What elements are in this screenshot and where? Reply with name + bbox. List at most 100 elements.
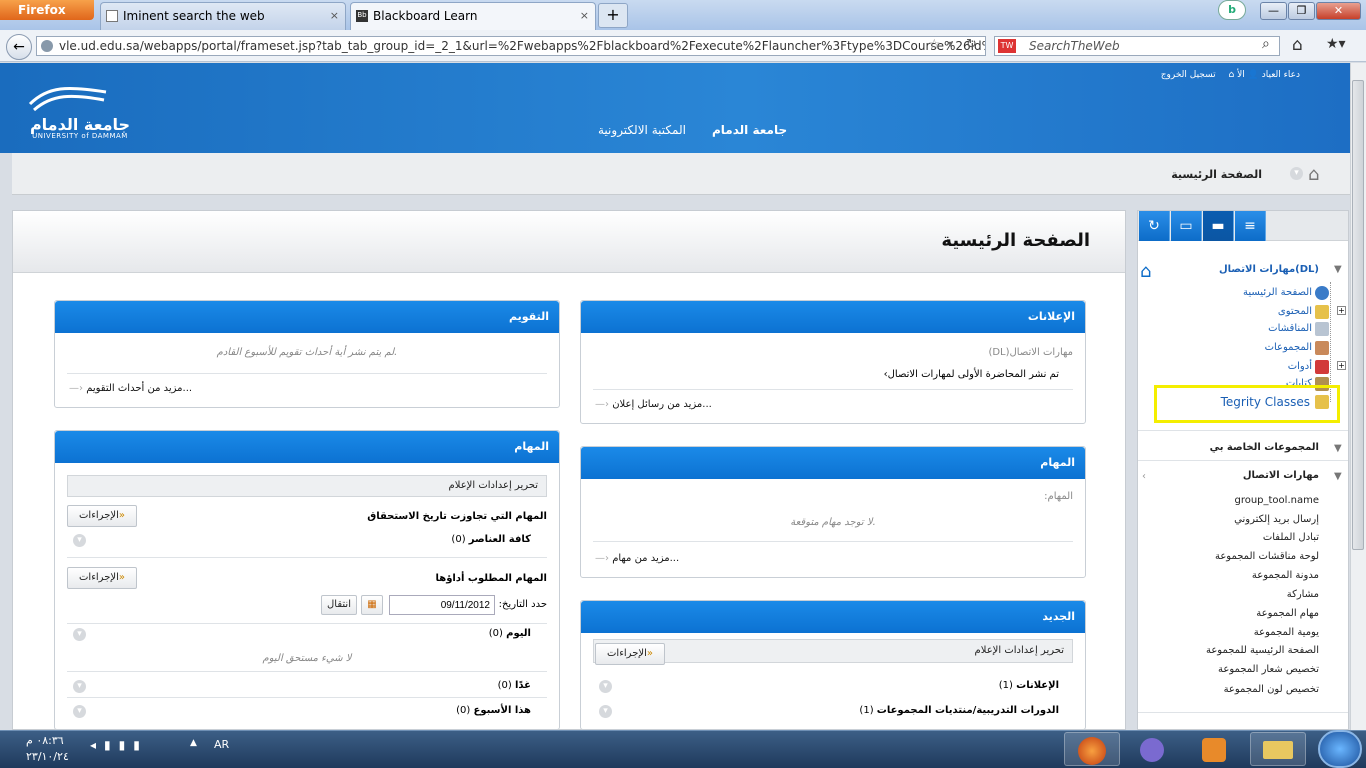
group-link[interactable]: مشاركة (1287, 589, 1319, 600)
globe-icon (1315, 286, 1329, 300)
edit-notifications-link[interactable]: تحرير إعدادات الإعلام (67, 475, 547, 497)
chevron-down-icon[interactable]: ▾ (73, 534, 86, 547)
collapse-arrow-icon[interactable]: ▼ (1334, 264, 1342, 275)
minimize-button[interactable]: — (1260, 2, 1287, 20)
bookmark-star-icon[interactable]: ☆ (928, 37, 941, 53)
search-input[interactable]: TW SearchTheWeb (994, 36, 1280, 56)
dropdown-chevron-icon[interactable]: ▾ (948, 39, 953, 50)
chevron-left-icon[interactable]: ‹ (1142, 471, 1146, 482)
menu-item-tegrity-classes[interactable]: Tegrity Classes (1221, 395, 1310, 409)
menu-item-discussions[interactable]: المناقشات (1268, 323, 1312, 334)
home-icon[interactable]: ⌂ (1229, 70, 1235, 80)
divider (593, 389, 1073, 390)
more-calendar-link[interactable]: —› مزيد من أحداث التقويم... (69, 383, 192, 394)
list-view-icon[interactable]: ≡ (1235, 211, 1266, 241)
tab-close-icon[interactable]: × (580, 3, 589, 29)
tomorrow-section[interactable]: غدًا (0) (498, 680, 531, 691)
collapse-arrow-icon[interactable]: ▼ (1334, 471, 1342, 482)
menu-item-tools[interactable]: أدوات (1288, 361, 1312, 372)
more-announcements-link[interactable]: —› مزيد من رسائل إعلان... (595, 399, 712, 410)
calendar-picker-icon[interactable]: ▦ (361, 595, 383, 615)
addon-b-icon[interactable]: b (1218, 0, 1246, 20)
collapse-arrow-icon[interactable]: ▼ (1334, 443, 1342, 454)
tray-status-icons[interactable]: ◂▮▮▮ (90, 738, 148, 752)
group-link[interactable]: لوحة مناقشات المجموعة (1215, 551, 1319, 562)
actions-button[interactable]: الإجراءات» (67, 567, 137, 589)
group-course-title[interactable]: مهارات الاتصال (1243, 470, 1319, 481)
university-link[interactable]: جامعة الدمام (712, 123, 787, 137)
more-tasks-link[interactable]: —› مزيد من مهام... (595, 553, 679, 564)
group-link[interactable]: يومية المجموعة (1254, 627, 1319, 638)
new-tab-button[interactable]: + (598, 3, 628, 28)
all-items[interactable]: كافة العناصر (0) (451, 534, 531, 545)
user-name[interactable]: دعاء العياد (1262, 70, 1300, 80)
tab-iminent[interactable]: Iminent search the web × (100, 2, 346, 30)
app-task-icon[interactable] (1126, 732, 1182, 766)
explorer-task-icon[interactable] (1250, 732, 1306, 766)
my-groups-title[interactable]: المجموعات الخاصة بي (1210, 442, 1319, 453)
announcement-item[interactable]: تم نشر المحاضرة الأولى لمهارات الاتصال› (884, 369, 1059, 380)
chevron-down-icon[interactable]: ▾ (599, 680, 612, 693)
group-link[interactable]: تخصيص لون المجموعة (1224, 684, 1319, 695)
go-button[interactable]: انتقال (321, 595, 357, 615)
date-input[interactable] (389, 595, 495, 615)
today-section[interactable]: اليوم (0) (489, 628, 531, 639)
chevron-down-icon[interactable]: ▾ (73, 628, 86, 641)
scrollbar-thumb[interactable] (1352, 80, 1364, 550)
menu-item-content[interactable]: المحتوى (1278, 306, 1312, 317)
whats-new-discussions[interactable]: الدورات التدريبية/منتديات المجموعات (1) (859, 705, 1059, 716)
bookmarks-icon[interactable]: ★▾ (1326, 36, 1346, 52)
media-player-task-icon[interactable] (1188, 732, 1244, 766)
logout-link[interactable]: تسجيل الخروج (1161, 70, 1216, 80)
keyboard-language[interactable]: AR (214, 738, 229, 751)
home-icon[interactable]: ⌂ (1292, 35, 1303, 55)
tab-close-icon[interactable]: × (330, 3, 339, 29)
menu-item-groups[interactable]: المجموعات (1265, 342, 1312, 353)
course-title-link[interactable]: مهارات الاتصال(DL) (1219, 264, 1319, 275)
maximize-button[interactable]: ❐ (1288, 2, 1315, 20)
tab-blackboard[interactable]: Bb Blackboard Learn × (350, 2, 596, 30)
group-link[interactable]: تخصيص شعار المجموعة (1218, 664, 1319, 675)
whats-new-announcements[interactable]: الإعلانات (1) (999, 680, 1059, 691)
todo-module: المهام تحرير إعدادات الإعلام المهام التي… (54, 430, 560, 730)
back-button[interactable]: ← (6, 34, 32, 60)
chevron-down-icon[interactable]: ▾ (73, 705, 86, 718)
refresh-icon[interactable]: ↻ (1139, 211, 1170, 241)
course-home-icon[interactable]: ⌂ (1140, 261, 1151, 282)
chevron-down-icon[interactable]: ▾ (73, 680, 86, 693)
edit-notifications-link[interactable]: تحرير إعدادات الإعلام (593, 639, 1073, 663)
firefox-menu-button[interactable]: Firefox (0, 0, 94, 20)
actions-button[interactable]: الإجراءات» (595, 643, 665, 665)
tray-chevron-icon[interactable]: ▲ (190, 738, 197, 748)
url-bar[interactable]: vle.ud.edu.sa/webapps/portal/frameset.js… (36, 36, 986, 56)
clock-date[interactable]: ٢٣/١٠/٢٤ (26, 750, 69, 763)
close-window-button[interactable]: ✕ (1316, 2, 1361, 20)
elibrary-link[interactable]: المكتبة الالكترونية (598, 123, 686, 137)
group-link[interactable]: تبادل الملفات (1263, 532, 1319, 543)
windows-start-button[interactable] (1318, 730, 1362, 768)
expand-plus-icon[interactable]: + (1337, 361, 1346, 370)
breadcrumb[interactable]: الصفحة الرئيسية (1171, 168, 1262, 181)
expand-plus-icon[interactable]: + (1337, 306, 1346, 315)
chevron-down-icon[interactable]: ▾ (599, 705, 612, 718)
window-icon[interactable]: ▭ (1171, 211, 1202, 241)
chevron-down-icon[interactable]: ▾ (1290, 167, 1303, 180)
group-link[interactable]: مهام المجموعة (1256, 608, 1319, 619)
search-icon[interactable]: ⌕ (1262, 36, 1270, 52)
user-bar: دعاء العياد 👤 الأ ⌂ تسجيل الخروج (1161, 70, 1300, 80)
page-title: الصفحة الرئيسية (941, 230, 1090, 251)
folder-view-icon[interactable]: ▬ (1203, 211, 1234, 241)
this-week-section[interactable]: هذا الأسبوع (0) (456, 705, 531, 716)
firefox-task-icon[interactable] (1064, 732, 1120, 766)
group-link[interactable]: الصفحة الرئيسية للمجموعة (1206, 645, 1319, 656)
menu-item-home[interactable]: الصفحة الرئيسية (1243, 287, 1312, 298)
module-title: الإعلانات (581, 301, 1085, 333)
clock-time[interactable]: ٠٨:٣٦ م (26, 734, 64, 747)
group-link[interactable]: group_tool.name (1234, 495, 1319, 506)
actions-button[interactable]: الإجراءات» (67, 505, 137, 527)
reload-icon[interactable]: ↻ (966, 37, 977, 52)
url-text: vle.ud.edu.sa/webapps/portal/frameset.js… (59, 39, 986, 53)
group-link[interactable]: إرسال بريد إلكتروني (1234, 514, 1319, 525)
group-link[interactable]: مدونة المجموعة (1252, 570, 1319, 581)
home-icon[interactable]: ⌂ (1308, 164, 1319, 185)
